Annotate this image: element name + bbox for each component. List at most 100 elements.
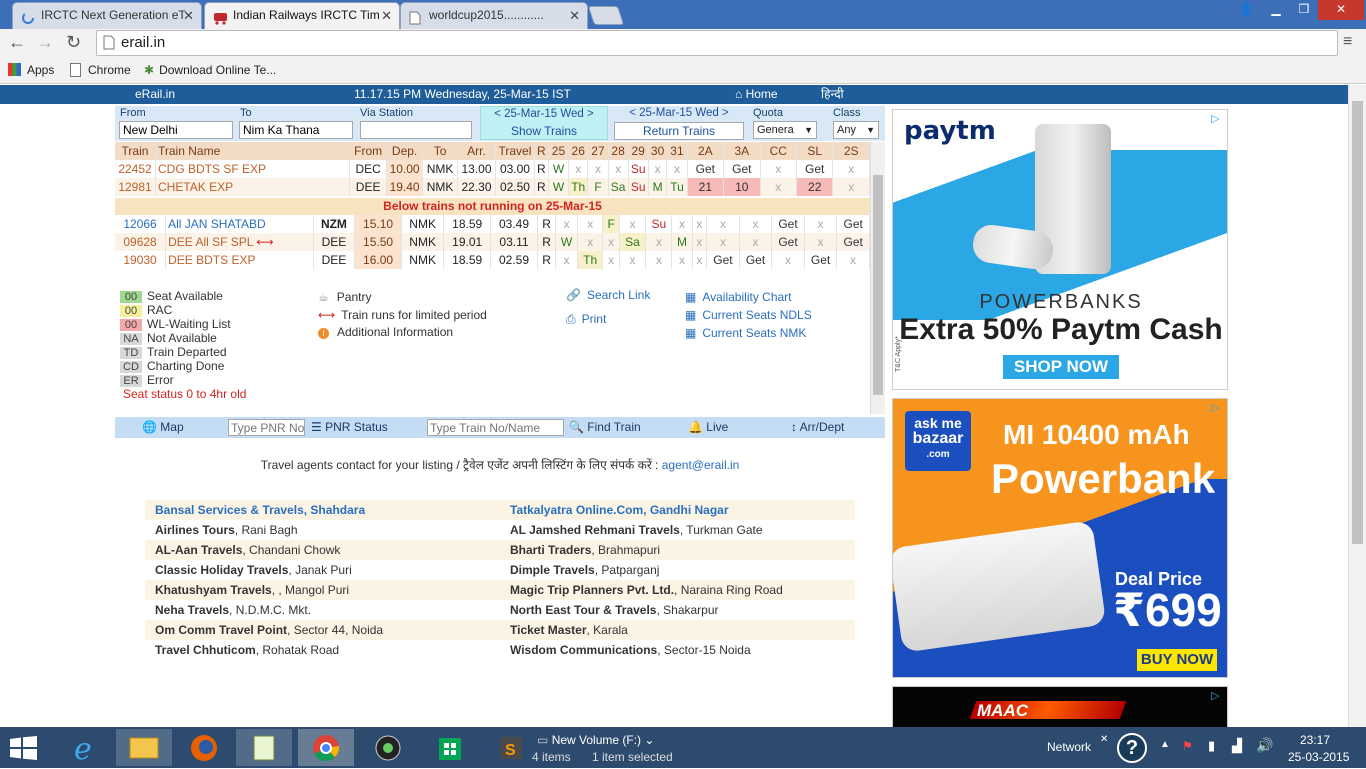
- train-row[interactable]: 12981 CHETAK EXP DEE 19.40 NMK 22.30 02.50 R W Th…: [115, 178, 870, 196]
- menu-icon[interactable]: ≡: [1343, 33, 1352, 51]
- close-window-button[interactable]: ✕: [1318, 0, 1364, 20]
- signal-icon[interactable]: ▟: [1232, 738, 1242, 754]
- agent-entry[interactable]: Classic Holiday Travels, Janak Puri: [145, 560, 500, 580]
- agent-name[interactable]: Khatushyam Travels: [155, 583, 272, 597]
- chrome-bookmark[interactable]: Chrome: [70, 62, 131, 78]
- volume-icon[interactable]: 🔊: [1256, 737, 1273, 754]
- agent-name[interactable]: Airlines Tours: [155, 523, 235, 537]
- train-name[interactable]: All JAN SHATABD: [165, 215, 314, 233]
- agent-entry[interactable]: Dimple Travels, Patparganj: [500, 560, 855, 580]
- sublime-text-icon[interactable]: S: [494, 729, 530, 766]
- train-name[interactable]: DEE BDTS EXP: [165, 251, 314, 269]
- inner-scrollbar[interactable]: [870, 142, 885, 414]
- agent-entry[interactable]: Wisdom Communications, Sector-15 Noida: [500, 640, 855, 660]
- train-number[interactable]: 22452: [115, 160, 156, 178]
- availability-chart-link[interactable]: ▦ Availability Chart: [685, 288, 812, 306]
- class-availability-SL[interactable]: Get: [804, 251, 838, 269]
- adchoices-icon[interactable]: ▷: [1211, 689, 1219, 702]
- return-trains-button[interactable]: Return Trains: [615, 124, 743, 138]
- train-number[interactable]: 12981: [115, 178, 156, 196]
- agent-entry[interactable]: Magic Trip Planners Pvt. Ltd., Naraina R…: [500, 580, 855, 600]
- pnr-status-button[interactable]: ☰ PNR Status: [311, 420, 388, 434]
- class-select[interactable]: Any ▼: [833, 121, 879, 139]
- close-icon[interactable]: ✕: [1100, 734, 1108, 745]
- agent-name[interactable]: Neha Travels: [155, 603, 229, 617]
- reload-icon[interactable]: ↻: [66, 32, 81, 53]
- agent-name[interactable]: Tatkalyatra Online.Com, Gandhi Nagar: [510, 503, 729, 517]
- agent-entry[interactable]: AL-Aan Travels, Chandani Chowk: [145, 540, 500, 560]
- action-center-icon[interactable]: ⚑: [1182, 739, 1193, 753]
- class-availability-3A[interactable]: 10: [723, 178, 761, 196]
- help-icon[interactable]: ?: [1117, 733, 1147, 763]
- agent-name[interactable]: Ticket Master: [510, 623, 586, 637]
- store-icon[interactable]: [422, 729, 478, 766]
- firefox-icon[interactable]: [176, 729, 232, 766]
- train-search-input[interactable]: [427, 419, 564, 436]
- print-link[interactable]: ⎙ Print: [566, 312, 650, 327]
- adchoices-icon[interactable]: ▷: [1211, 401, 1219, 414]
- tray-expand-icon[interactable]: ▲: [1160, 739, 1170, 750]
- home-link[interactable]: ⌂ Home: [735, 85, 778, 104]
- site-brand[interactable]: eRail.in: [135, 85, 175, 104]
- train-row[interactable]: 09628 DEE All SF SPL ⟷ DEE 15.50 NMK 19.01 03.…: [115, 233, 870, 251]
- battery-icon[interactable]: ▮: [1208, 738, 1215, 754]
- via-input[interactable]: [360, 121, 472, 139]
- class-availability-2A[interactable]: Get: [706, 251, 740, 269]
- agent-entry[interactable]: Ticket Master, Karala: [500, 620, 855, 640]
- from-input[interactable]: [119, 121, 233, 139]
- train-name[interactable]: CHETAK EXP: [155, 178, 351, 196]
- paytm-ad[interactable]: paytm ▷ POWERBANKS Extra 50% Paytm Cash …: [892, 109, 1228, 390]
- class-availability-2A[interactable]: Get: [687, 160, 725, 178]
- class-availability-2S[interactable]: Get: [836, 215, 870, 233]
- agent-entry[interactable]: Neha Travels, N.D.M.C. Mkt.: [145, 600, 500, 620]
- class-availability-CC[interactable]: Get: [771, 215, 805, 233]
- show-trains-button[interactable]: Show Trains: [481, 124, 607, 138]
- tab-erail[interactable]: Indian Railways IRCTC Tim ✕: [204, 2, 400, 29]
- agent-name[interactable]: Om Comm Travel Point: [155, 623, 287, 637]
- pnr-input[interactable]: [228, 419, 305, 436]
- shop-now-button[interactable]: SHOP NOW: [1003, 355, 1119, 379]
- agent-entry[interactable]: Bharti Traders, Brahmapuri: [500, 540, 855, 560]
- arr-dept-link[interactable]: ↕ Arr/Dept: [791, 420, 844, 434]
- apps-bookmark[interactable]: Apps: [8, 62, 54, 78]
- clock-date[interactable]: 25-03-2015: [1288, 750, 1349, 764]
- windows-start-icon[interactable]: [10, 736, 38, 760]
- page-scroll-thumb[interactable]: [1352, 101, 1363, 544]
- agent-name[interactable]: North East Tour & Travels: [510, 603, 656, 617]
- agent-entry[interactable]: Tatkalyatra Online.Com, Gandhi Nagar: [500, 500, 855, 520]
- return-date-nav[interactable]: < 25-Mar-15 Wed >: [615, 107, 743, 119]
- class-availability-CC[interactable]: Get: [771, 233, 805, 251]
- file-explorer-icon[interactable]: [116, 729, 172, 766]
- class-availability-SL[interactable]: 22: [796, 178, 834, 196]
- agent-name[interactable]: Bansal Services & Travels, Shahdara: [155, 503, 365, 517]
- inner-scroll-thumb[interactable]: [873, 175, 883, 395]
- date-nav[interactable]: < 25-Mar-15 Wed >: [481, 108, 607, 120]
- train-name[interactable]: DEE All SF SPL ⟷: [165, 233, 314, 251]
- agent-email-link[interactable]: agent@erail.in: [662, 458, 740, 472]
- find-train-button[interactable]: 🔍 Find Train: [569, 420, 641, 434]
- webcam-app-icon[interactable]: [360, 729, 416, 766]
- agent-entry[interactable]: Khatushyam Travels, , Mangol Puri: [145, 580, 500, 600]
- address-bar[interactable]: erail.in: [96, 30, 1338, 56]
- agent-name[interactable]: Wisdom Communications: [510, 643, 657, 657]
- agent-entry[interactable]: Om Comm Travel Point, Sector 44, Noida: [145, 620, 500, 640]
- agent-name[interactable]: AL-Aan Travels: [155, 543, 242, 557]
- askmebazaar-ad[interactable]: ask me bazaar .com ▷ MI 10400 mAh Powerb…: [892, 398, 1228, 678]
- agent-entry[interactable]: Bansal Services & Travels, Shahdara: [145, 500, 500, 520]
- agent-name[interactable]: Travel Chhuticom: [155, 643, 256, 657]
- train-row[interactable]: 22452 CDG BDTS SF EXP DEC 10.00 NMK 13.00 03.0…: [115, 160, 870, 178]
- agent-name[interactable]: Classic Holiday Travels: [155, 563, 288, 577]
- train-number[interactable]: 09628: [115, 233, 167, 251]
- explorer-window-title[interactable]: ▭ New Volume (F:) ⌄: [537, 733, 654, 747]
- agent-entry[interactable]: Travel Chhuticom, Rohatak Road: [145, 640, 500, 660]
- class-availability-3A[interactable]: Get: [723, 160, 761, 178]
- close-tab-icon[interactable]: ✕: [381, 3, 392, 28]
- maac-ad[interactable]: MAAC ▷: [892, 686, 1228, 727]
- map-link[interactable]: 🌐 Map: [142, 420, 184, 434]
- adchoices-icon[interactable]: ▷: [1211, 112, 1219, 125]
- train-number[interactable]: 19030: [115, 251, 167, 269]
- agent-name[interactable]: AL Jamshed Rehmani Travels: [510, 523, 680, 537]
- class-availability-2S[interactable]: Get: [836, 233, 870, 251]
- clock-time[interactable]: 23:17: [1300, 733, 1330, 747]
- close-tab-icon[interactable]: ✕: [569, 3, 580, 28]
